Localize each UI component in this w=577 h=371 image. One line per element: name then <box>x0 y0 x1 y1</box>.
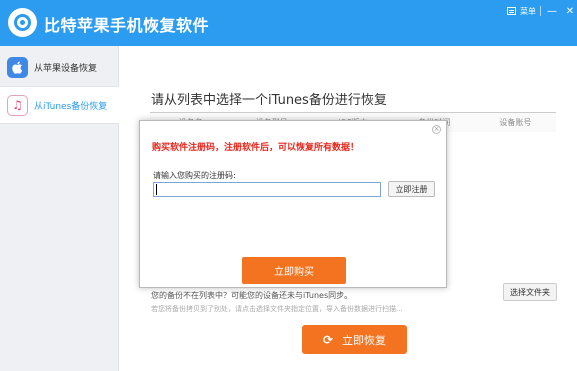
sidebar: 从苹果设备恢复 ♫ 从iTunes备份恢复 <box>0 46 119 371</box>
register-dialog: × 购买软件注册码，注册软件后，可以恢复所有数据！ 请输入您购买的注册码: 立即… <box>139 120 447 288</box>
recover-button[interactable]: ⟳ 立即恢复 <box>302 325 407 354</box>
refresh-icon: ⟳ <box>322 332 334 347</box>
registration-code-input[interactable] <box>153 182 381 197</box>
sidebar-item-from-itunes[interactable]: ♫ 从iTunes备份恢复 <box>0 86 119 124</box>
hint-subtext: 若您将备份拷贝到了别处，请点击选择文件夹指定位置，导入备份数据进行扫描... <box>151 305 403 313</box>
divider <box>540 6 541 16</box>
sidebar-item-from-device[interactable]: 从苹果设备恢复 <box>0 48 119 86</box>
music-note-icon: ♫ <box>7 94 28 116</box>
app-title: 比特苹果手机恢复软件 <box>44 16 210 35</box>
window-controls: 菜单 — ✕ <box>507 4 577 18</box>
register-button[interactable]: 立即注册 <box>388 181 435 197</box>
close-icon[interactable]: × <box>432 125 441 134</box>
app-logo-icon <box>8 8 37 37</box>
menu-icon[interactable] <box>507 7 516 15</box>
purchase-warning: 购买软件注册码，注册软件后，可以恢复所有数据！ <box>152 143 360 153</box>
page-title: 请从列表中选择一个iTunes备份进行恢复 <box>151 93 387 108</box>
select-folder-button[interactable]: 选择文件夹 <box>503 283 557 301</box>
hint-text: 您的备份不在列表中？可能您的设备还未与iTunes同步。 <box>151 291 353 300</box>
recover-button-label: 立即恢复 <box>342 333 387 347</box>
sidebar-item-label: 从iTunes备份恢复 <box>34 101 108 112</box>
apple-icon <box>7 56 28 78</box>
column-header[interactable]: 设备账号 <box>475 117 556 128</box>
close-window-button[interactable]: ✕ <box>563 6 577 17</box>
buy-now-button[interactable]: 立即购买 <box>242 257 346 284</box>
minimize-button[interactable]: — <box>545 6 559 17</box>
sidebar-item-label: 从苹果设备恢复 <box>34 63 98 74</box>
registration-code-label: 请输入您购买的注册码: <box>153 171 236 180</box>
text-caret <box>156 184 157 195</box>
title-bar: 比特苹果手机恢复软件 菜单 — ✕ <box>0 0 577 46</box>
menu-button[interactable]: 菜单 <box>520 6 536 17</box>
